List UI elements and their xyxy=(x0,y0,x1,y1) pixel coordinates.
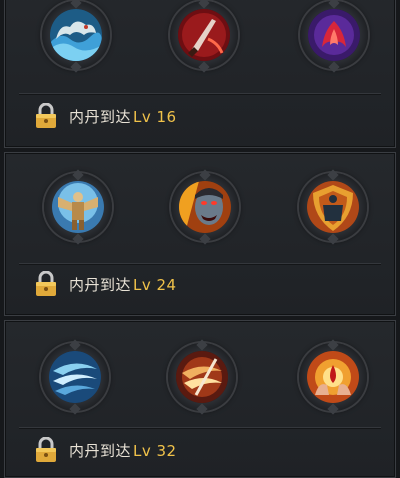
skill-slot-2-3[interactable] xyxy=(299,173,367,241)
skill-slot-3-3[interactable] xyxy=(299,343,367,411)
roaring-vampire-face-icon xyxy=(179,181,231,233)
section-divider xyxy=(19,93,381,94)
padlock-icon xyxy=(35,103,57,129)
red-dagger-slash-icon xyxy=(178,9,230,61)
skill-slot-1-2[interactable] xyxy=(170,1,238,69)
blue-whirlwind-icon xyxy=(49,351,101,403)
skill-slot-3-1[interactable] xyxy=(41,343,109,411)
unlock-requirement-1: 内丹到达 Lv 16 xyxy=(35,103,177,129)
unlock-requirement-3: 内丹到达 Lv 32 xyxy=(35,437,177,463)
unlock-requirement-text: 内丹到达 Lv 16 xyxy=(69,107,177,126)
golden-armored-warrior-icon xyxy=(52,181,104,233)
skill-section-1: 内丹到达 Lv 16 xyxy=(4,0,396,148)
padlock-icon xyxy=(35,437,57,463)
padlock-icon xyxy=(35,271,57,297)
blood-drop-hands-icon xyxy=(307,351,359,403)
skill-slot-3-2[interactable] xyxy=(168,343,236,411)
unlock-requirement-2: 内丹到达 Lv 24 xyxy=(35,271,177,297)
crimson-phoenix-flame-icon xyxy=(308,9,360,61)
skill-section-3: 内丹到达 Lv 32 xyxy=(4,320,396,478)
skill-slot-2-1[interactable] xyxy=(44,173,112,241)
unlock-requirement-text: 内丹到达 Lv 32 xyxy=(69,441,177,460)
skill-slot-1-3[interactable] xyxy=(300,1,368,69)
guardian-shield-figure-icon xyxy=(307,181,359,233)
unlock-requirement-text: 内丹到达 Lv 24 xyxy=(69,275,177,294)
section-divider xyxy=(19,427,381,428)
skill-section-2: 内丹到达 Lv 24 xyxy=(4,152,396,316)
water-dragon-wave-icon xyxy=(50,9,102,61)
fire-tornado-slash-icon xyxy=(176,351,228,403)
skill-slot-2-2[interactable] xyxy=(171,173,239,241)
skill-slot-1-1[interactable] xyxy=(42,1,110,69)
section-divider xyxy=(19,263,381,264)
